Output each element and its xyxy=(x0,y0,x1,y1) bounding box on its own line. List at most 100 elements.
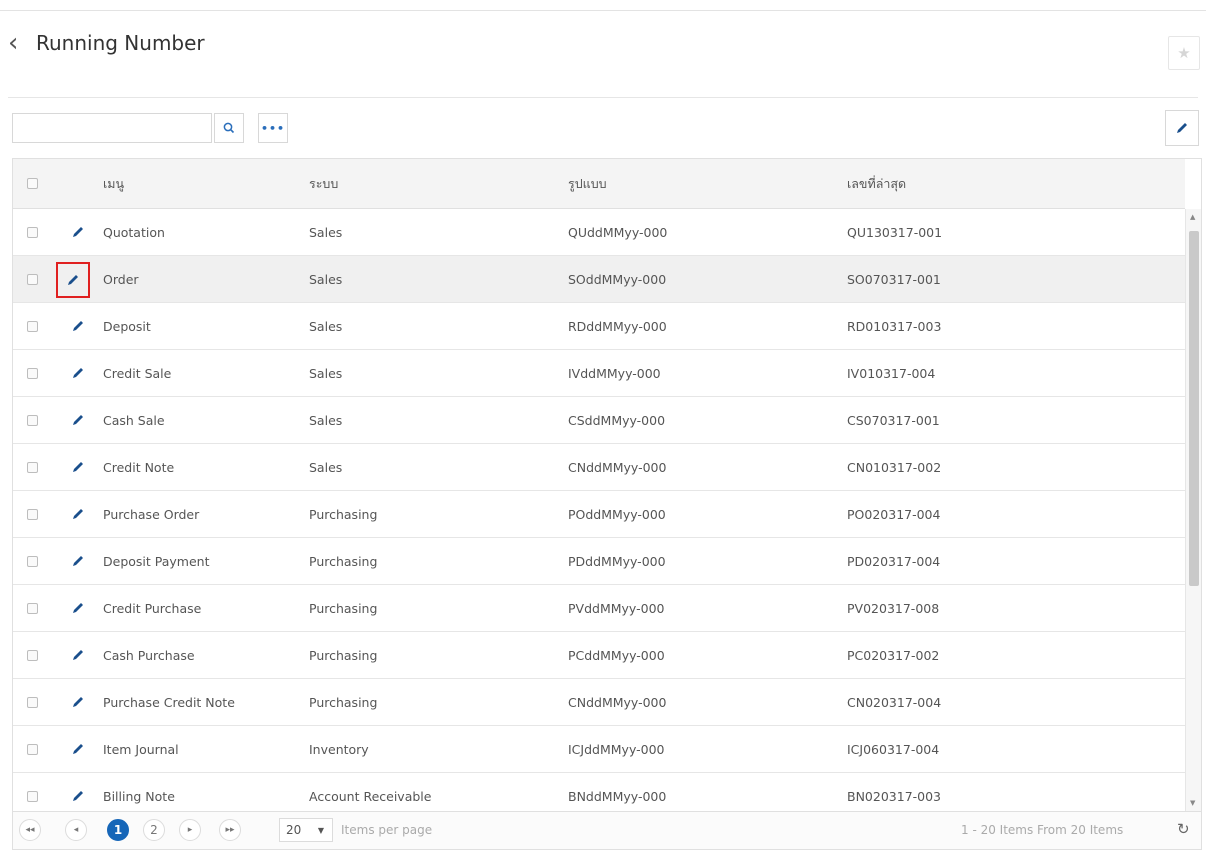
row-checkbox-cell xyxy=(27,632,38,678)
select-all-checkbox[interactable] xyxy=(27,178,38,189)
column-header-system[interactable]: ระบบ xyxy=(309,159,338,208)
row-checkbox-cell xyxy=(27,679,38,725)
row-edit-button[interactable] xyxy=(65,303,91,349)
header-divider xyxy=(8,97,1198,98)
row-checkbox[interactable] xyxy=(27,555,38,567)
first-page-button[interactable]: ◂◂ xyxy=(19,819,41,841)
back-chevron-icon[interactable]: ‹ xyxy=(8,30,30,56)
pencil-icon xyxy=(73,415,83,425)
row-menu-cell: Credit Sale xyxy=(103,365,172,381)
column-header-format[interactable]: รูปแบบ xyxy=(568,159,607,208)
edit-toolbar-button[interactable] xyxy=(1165,110,1199,146)
table-row[interactable]: Credit Note Sales CNddMMyy-000 CN010317-002 xyxy=(13,444,1185,491)
row-format-cell: CNddMMyy-000 xyxy=(568,459,667,475)
scroll-down-icon[interactable]: ▼ xyxy=(1190,799,1195,807)
row-checkbox[interactable] xyxy=(27,461,38,473)
row-edit-button[interactable] xyxy=(65,632,91,678)
row-checkbox[interactable] xyxy=(27,649,38,661)
row-format-cell: PVddMMyy-000 xyxy=(568,600,665,616)
row-latest-number-cell: PC020317-002 xyxy=(847,647,940,663)
table-row[interactable]: Credit Sale Sales IVddMMyy-000 IV010317-004 xyxy=(13,350,1185,397)
row-checkbox[interactable] xyxy=(27,367,38,379)
page-size-select[interactable]: 20 ▼ xyxy=(279,818,333,842)
row-format-cell: BNddMMyy-000 xyxy=(568,788,667,804)
row-system-cell: Sales xyxy=(309,224,343,240)
table-row[interactable]: Cash Sale Sales CSddMMyy-000 CS070317-001 xyxy=(13,397,1185,444)
column-header-latest-number[interactable]: เลขที่ล่าสุด xyxy=(847,159,906,208)
table-row[interactable]: Quotation Sales QUddMMyy-000 QU130317-001 xyxy=(13,209,1185,256)
row-menu-cell: Deposit xyxy=(103,318,151,334)
prev-page-button[interactable]: ◂ xyxy=(65,819,87,841)
row-checkbox-cell xyxy=(27,773,38,811)
row-edit-button[interactable] xyxy=(65,679,91,725)
table-row[interactable]: Deposit Sales RDddMMyy-000 RD010317-003 xyxy=(13,303,1185,350)
row-format-cell: IVddMMyy-000 xyxy=(568,365,661,381)
row-menu-cell: Quotation xyxy=(103,224,165,240)
row-edit-button[interactable] xyxy=(56,262,90,298)
row-checkbox[interactable] xyxy=(27,414,38,426)
pencil-icon xyxy=(73,556,83,566)
table-row[interactable]: Deposit Payment Purchasing PDddMMyy-000 PD0… xyxy=(13,538,1185,585)
row-checkbox[interactable] xyxy=(27,790,38,802)
row-menu-cell: Credit Note xyxy=(103,459,175,475)
pager: ◂◂ ◂ 1 2 ▸ ▸▸ 20 ▼ Items per page 1 - 20… xyxy=(13,811,1201,849)
row-checkbox[interactable] xyxy=(27,320,38,332)
row-checkbox[interactable] xyxy=(27,226,38,238)
pager-info: 1 - 20 Items From 20 Items xyxy=(961,823,1124,837)
table-row[interactable]: Purchase Order Purchasing POddMMyy-000 PO02… xyxy=(13,491,1185,538)
row-latest-number-cell: BN020317-003 xyxy=(847,788,942,804)
row-system-cell: Purchasing xyxy=(309,647,378,663)
search-input[interactable] xyxy=(12,113,212,143)
table-row[interactable]: Billing Note Account Receivable BNddMMyy-0… xyxy=(13,773,1185,811)
row-edit-button[interactable] xyxy=(65,538,91,584)
row-checkbox-cell xyxy=(27,303,38,349)
table-row[interactable]: Order Sales SOddMMyy-000 SO070317-001 xyxy=(13,256,1185,303)
favorite-star-button[interactable]: ★ xyxy=(1168,36,1200,70)
row-menu-cell: Deposit Payment xyxy=(103,553,210,569)
row-checkbox[interactable] xyxy=(27,696,38,708)
search-button[interactable] xyxy=(214,113,244,143)
table-row[interactable]: Item Journal Inventory ICJddMMyy-000 ICJ060… xyxy=(13,726,1185,773)
row-checkbox-cell xyxy=(27,256,38,302)
row-edit-button[interactable] xyxy=(65,209,91,255)
row-edit-button[interactable] xyxy=(65,773,91,811)
row-system-cell: Sales xyxy=(309,459,343,475)
row-checkbox[interactable] xyxy=(27,273,38,285)
pencil-icon xyxy=(73,650,83,660)
row-edit-button[interactable] xyxy=(65,726,91,772)
row-menu-cell: Billing Note xyxy=(103,788,175,804)
pencil-icon xyxy=(73,509,83,519)
table-row[interactable]: Purchase Credit Note Purchasing CNddMMyy-0… xyxy=(13,679,1185,726)
scroll-up-icon[interactable]: ▲ xyxy=(1190,213,1195,221)
row-system-cell: Sales xyxy=(309,365,343,381)
refresh-icon[interactable]: ↻ xyxy=(1177,820,1190,838)
items-per-page-label: Items per page xyxy=(341,823,433,837)
row-checkbox[interactable] xyxy=(27,508,38,520)
select-all-cell xyxy=(27,159,38,208)
row-edit-button[interactable] xyxy=(65,350,91,396)
more-options-button[interactable]: ••• xyxy=(258,113,288,143)
grid-header: เมนู ระบบ รูปแบบ เลขที่ล่าสุด xyxy=(13,159,1185,209)
page-header: ‹ Running Number xyxy=(8,30,205,56)
scrollbar-thumb[interactable] xyxy=(1189,231,1199,586)
row-latest-number-cell: QU130317-001 xyxy=(847,224,943,240)
page-1-button[interactable]: 1 xyxy=(107,819,129,841)
row-menu-cell: Order xyxy=(103,271,139,287)
row-edit-button[interactable] xyxy=(65,585,91,631)
last-page-button[interactable]: ▸▸ xyxy=(219,819,241,841)
row-checkbox[interactable] xyxy=(27,743,38,755)
column-header-menu[interactable]: เมนู xyxy=(103,159,124,208)
table-row[interactable]: Credit Purchase Purchasing PVddMMyy-000 PV0… xyxy=(13,585,1185,632)
page-2-button[interactable]: 2 xyxy=(143,819,165,841)
running-number-grid: เมนู ระบบ รูปแบบ เลขที่ล่าสุด Quotation S… xyxy=(12,158,1202,850)
next-page-button[interactable]: ▸ xyxy=(179,819,201,841)
more-dots-icon: ••• xyxy=(260,121,286,135)
row-menu-cell: Purchase Credit Note xyxy=(103,694,235,710)
row-edit-button[interactable] xyxy=(65,397,91,443)
row-checkbox[interactable] xyxy=(27,602,38,614)
top-divider xyxy=(0,10,1206,11)
row-edit-button[interactable] xyxy=(65,491,91,537)
vertical-scrollbar[interactable]: ▲ ▼ xyxy=(1185,209,1201,811)
row-edit-button[interactable] xyxy=(65,444,91,490)
table-row[interactable]: Cash Purchase Purchasing PCddMMyy-000 PC020… xyxy=(13,632,1185,679)
